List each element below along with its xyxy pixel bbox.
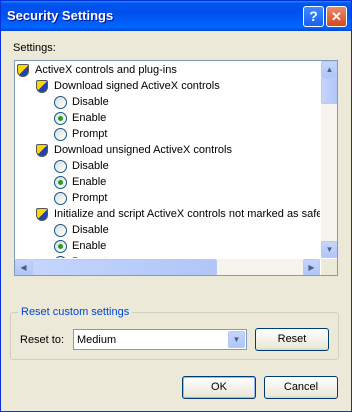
scroll-down-button[interactable]: ▼: [321, 241, 337, 258]
chevron-down-icon[interactable]: ▼: [228, 331, 245, 348]
tree-item-label: Initialize and script ActiveX controls n…: [54, 208, 320, 220]
title-bar: Security Settings ? ✕: [1, 1, 351, 31]
reset-group-legend: Reset custom settings: [18, 306, 133, 318]
settings-tree[interactable]: ActiveX controls and plug-ins Download si…: [14, 60, 338, 276]
reset-level-select[interactable]: Medium ▼: [73, 329, 247, 350]
reset-button[interactable]: Reset: [255, 328, 329, 351]
reset-to-label: Reset to:: [20, 334, 65, 346]
radio-unselected-icon: [54, 224, 67, 237]
security-settings-dialog: Security Settings ? ✕ Settings: ActiveX …: [0, 0, 352, 412]
tree-item-label: Enable: [72, 176, 107, 188]
security-shield-icon: [17, 64, 29, 77]
scroll-left-button[interactable]: ◀: [15, 259, 32, 275]
radio-unselected-icon: [54, 160, 67, 173]
tree-item-label: Disable: [72, 160, 109, 172]
radio-selected-icon: [54, 240, 67, 253]
radio-selected-icon: [54, 112, 67, 125]
tree-item-label: Disable: [72, 224, 109, 236]
cancel-button[interactable]: Cancel: [264, 376, 338, 399]
scroll-up-button[interactable]: ▲: [321, 61, 337, 78]
tree-item-label: Prompt: [72, 192, 108, 204]
tree-item-label: Download unsigned ActiveX controls: [54, 144, 232, 156]
radio-unselected-icon: [54, 96, 67, 109]
radio-unselected-icon: [54, 256, 67, 258]
settings-tree-view: ActiveX controls and plug-ins Download si…: [15, 61, 320, 258]
tree-item-label: Prompt: [72, 256, 107, 258]
ok-button[interactable]: OK: [182, 376, 256, 399]
scroll-right-button[interactable]: ▶: [303, 259, 320, 275]
reset-level-value: Medium: [77, 334, 117, 346]
radio-unselected-icon: [54, 128, 67, 141]
vertical-scroll-thumb[interactable]: [321, 78, 337, 104]
security-shield-icon: [36, 208, 48, 221]
security-shield-icon: [36, 144, 48, 157]
window-title: Security Settings: [7, 8, 114, 23]
tree-item-label: Enable: [72, 240, 107, 252]
tree-item-label: Enable: [72, 112, 107, 124]
horizontal-scroll-thumb[interactable]: [32, 259, 217, 275]
help-button[interactable]: ?: [303, 6, 324, 27]
horizontal-scrollbar[interactable]: ◀ ▶: [15, 259, 320, 275]
security-shield-icon: [36, 80, 48, 93]
tree-item-label: ActiveX controls and plug-ins: [35, 64, 177, 76]
radio-selected-icon: [54, 176, 67, 189]
radio-unselected-icon: [54, 192, 67, 205]
vertical-scrollbar[interactable]: ▲ ▼: [321, 61, 337, 258]
tree-item-label: Prompt: [72, 128, 108, 140]
close-button[interactable]: ✕: [326, 6, 347, 27]
settings-label: Settings:: [13, 42, 56, 54]
scrollbar-corner: [321, 259, 337, 275]
tree-item-label: Disable: [72, 96, 109, 108]
tree-item-label: Download signed ActiveX controls: [54, 80, 220, 92]
